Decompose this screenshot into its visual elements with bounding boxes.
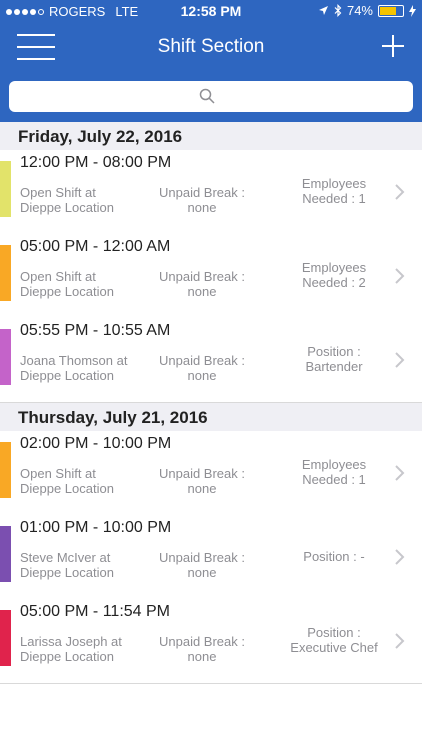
- shift-color-bar: [0, 526, 11, 582]
- chevron-right-icon: [395, 465, 405, 481]
- shift-row[interactable]: 12:00 PM - 08:00 PM Open Shift at Dieppe…: [0, 150, 422, 235]
- shift-break: Unpaid Break : none: [159, 550, 245, 580]
- section-date: Thursday, July 21, 2016: [18, 408, 208, 427]
- shift-row[interactable]: 05:00 PM - 11:54 PM Larissa Joseph at Di…: [0, 599, 422, 684]
- shift-color-bar: [0, 161, 11, 217]
- shift-time: 05:00 PM - 12:00 AM: [20, 238, 171, 255]
- chevron-right-icon: [395, 633, 405, 649]
- shift-assignee: Steve McIver at Dieppe Location: [20, 550, 114, 580]
- battery-icon: [378, 4, 404, 17]
- add-shift-icon[interactable]: [382, 35, 404, 57]
- shift-assignee: Joana Thomson at Dieppe Location: [20, 353, 128, 383]
- status-bar: ROGERS LTE 12:58 PM 74%: [0, 0, 422, 22]
- shift-assignee: Open Shift at Dieppe Location: [20, 185, 114, 215]
- shift-break: Unpaid Break : none: [159, 466, 245, 496]
- chevron-right-icon: [395, 184, 405, 200]
- section-date-header: Friday, July 22, 2016: [0, 122, 422, 150]
- bluetooth-icon: [334, 4, 342, 17]
- chevron-right-icon: [395, 268, 405, 284]
- battery-percent: 74%: [346, 3, 373, 18]
- chevron-right-icon: [395, 352, 405, 368]
- shift-color-bar: [0, 610, 11, 666]
- chevron-right-icon: [395, 549, 405, 565]
- shift-time: 02:00 PM - 10:00 PM: [20, 435, 172, 452]
- shift-time: 12:00 PM - 08:00 PM: [20, 154, 172, 171]
- shift-info: Employees Needed : 1: [301, 176, 367, 206]
- shift-row[interactable]: 05:55 PM - 10:55 AM Joana Thomson at Die…: [0, 318, 422, 403]
- shift-assignee: Larissa Joseph at Dieppe Location: [20, 634, 122, 664]
- section-date: Friday, July 22, 2016: [18, 127, 183, 146]
- shift-assignee: Open Shift at Dieppe Location: [20, 269, 114, 299]
- shift-time: 05:55 PM - 10:55 AM: [20, 322, 171, 339]
- search-input[interactable]: [9, 81, 413, 112]
- shift-color-bar: [0, 245, 11, 301]
- location-arrow-icon: [318, 6, 328, 15]
- shift-info: Position : -: [303, 549, 365, 564]
- page-title: Shift Section: [157, 36, 265, 57]
- shift-info: Position : Executive Chef: [290, 625, 378, 655]
- app-header: ROGERS LTE 12:58 PM 74% Shift Section: [0, 0, 422, 122]
- shift-color-bar: [0, 442, 11, 498]
- shift-color-bar: [0, 329, 11, 385]
- shift-row[interactable]: 01:00 PM - 10:00 PM Steve McIver at Diep…: [0, 515, 422, 600]
- shift-break: Unpaid Break : none: [159, 269, 245, 299]
- shift-break: Unpaid Break : none: [159, 353, 245, 383]
- shift-break: Unpaid Break : none: [159, 634, 245, 664]
- navigation-bar: Shift Section: [0, 22, 422, 72]
- shift-info: Employees Needed : 1: [301, 457, 367, 487]
- status-indicators: 74%: [318, 3, 416, 18]
- shift-info: Employees Needed : 2: [301, 260, 367, 290]
- charging-bolt-icon: [409, 4, 416, 17]
- search-icon: [199, 88, 215, 104]
- shift-break: Unpaid Break : none: [159, 185, 245, 215]
- section-date-header: Thursday, July 21, 2016: [0, 403, 422, 431]
- shift-row[interactable]: 02:00 PM - 10:00 PM Open Shift at Dieppe…: [0, 431, 422, 516]
- shift-assignee: Open Shift at Dieppe Location: [20, 466, 114, 496]
- shift-time: 05:00 PM - 11:54 PM: [20, 603, 170, 620]
- shift-row[interactable]: 05:00 PM - 12:00 AM Open Shift at Dieppe…: [0, 234, 422, 319]
- shift-time: 01:00 PM - 10:00 PM: [20, 519, 172, 536]
- shift-info: Position : Bartender: [305, 344, 363, 374]
